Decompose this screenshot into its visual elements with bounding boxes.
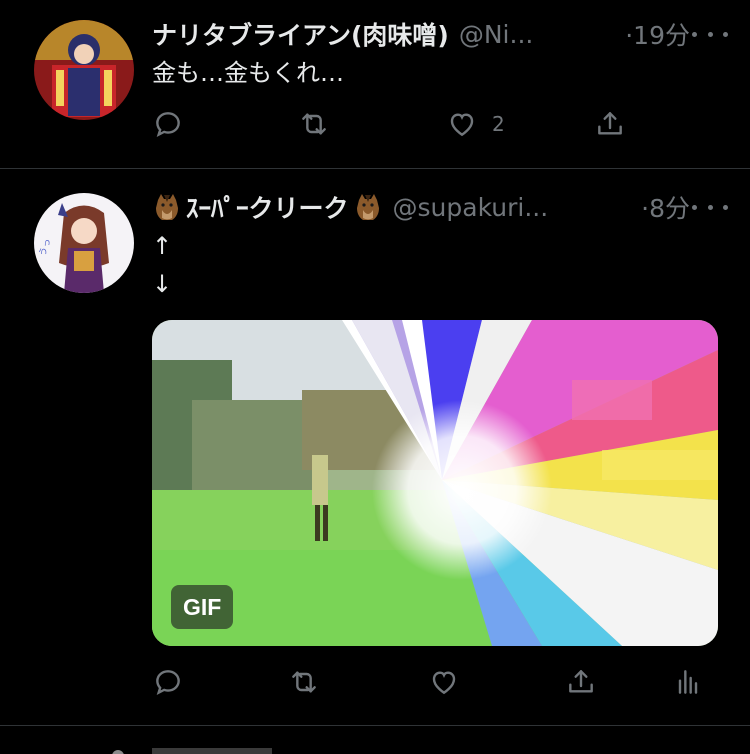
retweet-icon xyxy=(292,671,316,693)
gif-badge: GIF xyxy=(171,585,234,629)
retweet-icon xyxy=(302,113,326,135)
share-icon xyxy=(569,670,593,693)
retweet-button[interactable] xyxy=(288,664,320,700)
like-count: 2 xyxy=(492,112,505,136)
horse-face-emoji-icon xyxy=(156,194,178,220)
like-button[interactable]: 2 xyxy=(446,106,505,142)
share-button[interactable] xyxy=(565,664,597,700)
analytics-button[interactable] xyxy=(672,664,704,700)
display-name[interactable]: ｽｰﾊﾟｰクリーク xyxy=(152,189,383,225)
next-tweet-peek xyxy=(0,726,750,754)
tweet-text: 金も…金もくれ… xyxy=(152,59,344,87)
avatar[interactable] xyxy=(34,20,134,120)
avatar[interactable]: うっ xyxy=(34,193,134,293)
like-button[interactable] xyxy=(428,664,460,700)
share-button[interactable] xyxy=(594,106,626,142)
heart-icon xyxy=(432,671,456,695)
gif-media[interactable]: GIF xyxy=(152,320,718,646)
horse-face-emoji-icon xyxy=(356,194,379,220)
user-handle[interactable]: @Ni... xyxy=(459,20,617,49)
more-options-icon[interactable] xyxy=(692,24,728,44)
reply-button[interactable] xyxy=(152,664,184,700)
user-handle[interactable]: @supakuri... xyxy=(393,193,634,222)
reply-icon xyxy=(156,112,180,138)
timestamp[interactable]: ·19分 xyxy=(625,16,690,52)
timestamp[interactable]: ·8分 xyxy=(641,189,690,225)
tweet-text-line: ↑ xyxy=(152,232,173,260)
display-name-text: ｽｰﾊﾟｰクリーク xyxy=(186,194,349,223)
more-options-icon[interactable] xyxy=(692,197,728,217)
tweet-text-line: ↓ xyxy=(152,270,173,298)
share-icon xyxy=(598,112,622,135)
tweet[interactable]: うっ ｽｰﾊﾟｰクリーク @supakuri... ·8分 ↑ ↓ GIF xyxy=(0,169,750,725)
tweet[interactable]: ナリタブライアン(肉味噌) @Ni... ·19分 金も…金もくれ… 2 xyxy=(0,0,750,168)
display-name[interactable]: ナリタブライアン(肉味噌) xyxy=(152,16,449,52)
heart-icon xyxy=(450,113,474,137)
retweet-button[interactable] xyxy=(298,106,330,142)
reply-button[interactable] xyxy=(152,106,184,142)
reply-icon xyxy=(156,670,180,696)
analytics-icon xyxy=(678,670,698,694)
